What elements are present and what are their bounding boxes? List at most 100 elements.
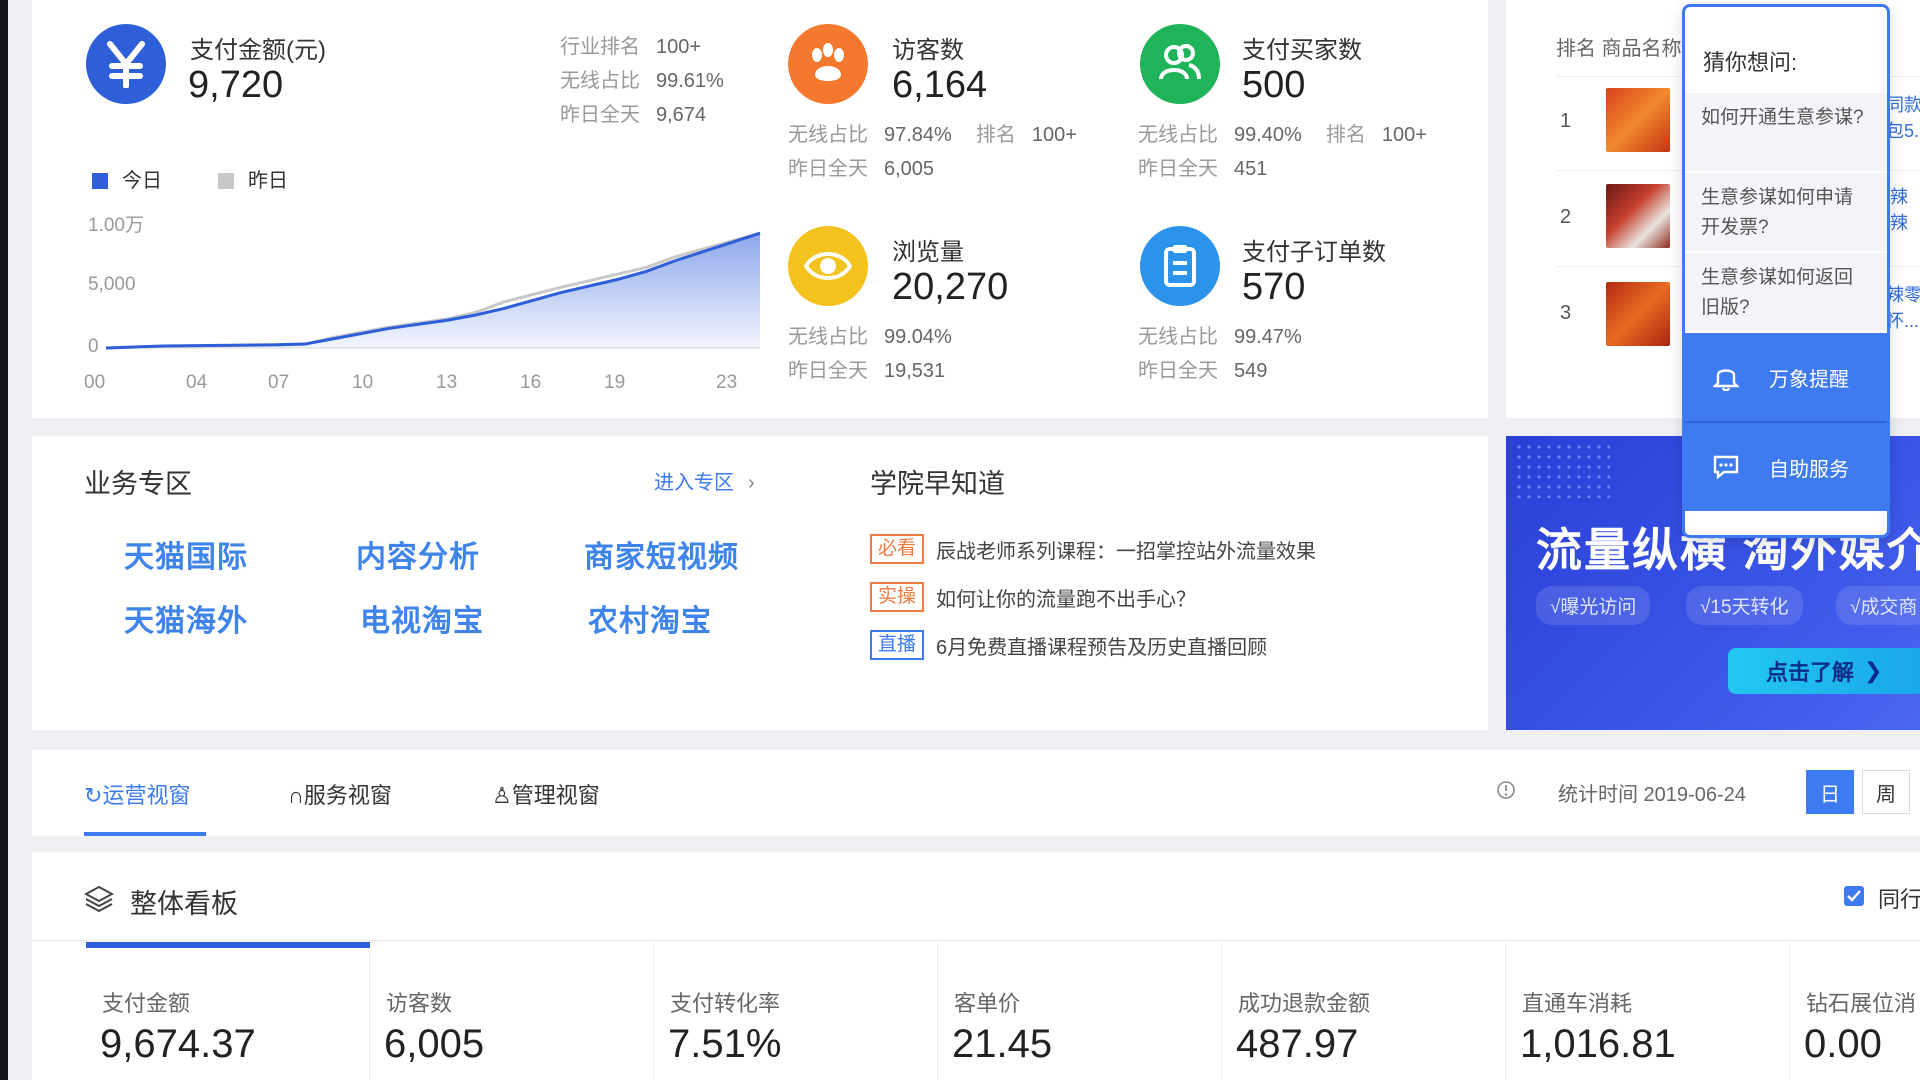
banner-pill: √成交商	[1836, 586, 1920, 625]
rank-header: 排名 商品名称	[1556, 38, 1682, 60]
info-icon[interactable]	[1496, 780, 1516, 805]
kpi-pay-amount[interactable]: 支付金额 9,674.37	[86, 942, 370, 1080]
biz-item-short-video[interactable]: 商家短视频	[584, 532, 739, 576]
biz-item-tmall-global[interactable]: 天猫国际	[124, 532, 248, 576]
visitors-yesterday-row: 昨日全天 6,005	[788, 158, 935, 180]
wireless-share-row: 无线占比 99.61%	[560, 70, 724, 92]
banner-pill: √曝光访问	[1536, 586, 1651, 625]
chevron-right-icon: ›	[748, 472, 755, 494]
pageviews-value: 20,270	[892, 266, 1009, 308]
news-item[interactable]: 实操 如何让你的流量跑不出手心？	[870, 582, 1196, 612]
help-question[interactable]: 生意参谋如何申请开发票?	[1685, 173, 1887, 253]
self-service-button[interactable]: 自助服务	[1685, 423, 1887, 511]
biz-item-tmall-overseas[interactable]: 天猫海外	[124, 596, 248, 640]
buyers-wireless-row: 无线占比 99.40% 排名 100+	[1138, 124, 1427, 146]
x-tick-label: 23	[716, 372, 738, 393]
week-button[interactable]: 周	[1862, 770, 1910, 814]
biz-item-content-analysis[interactable]: 内容分析	[356, 532, 480, 576]
users-icon	[1140, 24, 1220, 104]
biz-item-tv-taobao[interactable]: 电视淘宝	[360, 596, 484, 640]
active-kpi-indicator	[86, 942, 370, 948]
news-item[interactable]: 必看 辰战老师系列课程：一招掌控站外流量效果	[870, 534, 1316, 564]
x-tick-label: 13	[436, 372, 458, 393]
dot-pattern	[1514, 442, 1610, 498]
help-title: 猜你想问:	[1703, 50, 1798, 75]
industry-rank-row: 行业排名 100+	[560, 36, 702, 58]
headset-icon: ∩	[288, 783, 304, 808]
visitors-wireless-row: 无线占比 97.84% 排名 100+	[788, 124, 1077, 146]
enter-zone-link[interactable]: 进入专区 ›	[654, 466, 755, 495]
legend-today[interactable]: 今日	[92, 164, 162, 193]
kpi-visitors[interactable]: 访客数 6,005	[370, 942, 654, 1080]
chevron-right-icon: ❯	[1864, 658, 1883, 683]
product-thumbnail[interactable]	[1606, 282, 1670, 346]
biz-item-rural-taobao[interactable]: 农村淘宝	[588, 596, 712, 640]
yesterday-row: 昨日全天 9,674	[560, 104, 707, 126]
view-tabs-bar: ↻运营视窗 ∩服务视窗 ♙管理视窗 统计时间 2019-06-24 日 周	[32, 750, 1920, 836]
pageviews-title: 浏览量	[892, 239, 964, 266]
product-thumbnail[interactable]	[1606, 88, 1670, 152]
refresh-icon: ↻	[84, 783, 103, 808]
document-icon	[1140, 226, 1220, 306]
series-area-today	[106, 233, 760, 348]
chat-icon	[1709, 450, 1743, 484]
help-question[interactable]: 如何开通生意参谋?	[1685, 93, 1887, 173]
sub-orders-wireless-row: 无线占比 99.47%	[1138, 326, 1302, 348]
x-tick-label: 19	[604, 372, 626, 393]
product-link[interactable]: 辣零 怀...	[1886, 282, 1920, 334]
sub-orders-yesterday-row: 昨日全天 549	[1138, 360, 1268, 382]
realtime-overview-card: 支付金额(元) 9,720 行业排名 100+ 无线占比 99.61% 昨日全天 9,…	[32, 0, 1488, 418]
user-icon: ♙	[492, 783, 512, 808]
legend-yesterday[interactable]: 昨日	[218, 164, 288, 193]
kpi-conversion-rate[interactable]: 支付转化率 7.51%	[654, 942, 938, 1080]
help-question[interactable]: 生意参谋如何返回旧版?	[1685, 253, 1887, 333]
eye-icon	[788, 226, 868, 306]
layers-icon	[83, 884, 115, 917]
tab-management[interactable]: ♙管理视窗	[492, 778, 600, 810]
yen-icon	[86, 24, 166, 104]
left-edge-bar	[0, 0, 8, 1080]
banner-pill: √15天转化	[1686, 586, 1803, 625]
kpi-diamond-booth[interactable]: 钻石展位消 0.00	[1790, 942, 1920, 1080]
tab-operations[interactable]: ↻运营视窗	[84, 778, 190, 810]
product-thumbnail[interactable]	[1606, 184, 1670, 248]
visitors-title: 访客数	[892, 37, 964, 64]
buyers-title: 支付买家数	[1242, 37, 1362, 64]
academy-title: 学院早知道	[870, 469, 1005, 499]
overall-board-card: 整体看板 同行 支付金额 9,674.37 访客数 6,005 支付转化率 7.51%…	[32, 852, 1920, 1080]
rank-number: 1	[1560, 110, 1572, 132]
pay-trend-chart	[105, 231, 761, 350]
business-zone-card: 业务专区 进入专区 › 天猫国际 内容分析 商家短视频 天猫海外 电视淘宝 农村淘…	[32, 436, 1488, 730]
x-tick-label: 10	[352, 372, 374, 393]
x-tick-label: 07	[268, 372, 290, 393]
peer-checkbox-label: 同行	[1878, 887, 1920, 912]
divider	[32, 940, 1920, 941]
paw-icon	[788, 24, 868, 104]
peer-checkbox[interactable]	[1844, 886, 1864, 906]
kpi-ad-spend[interactable]: 直通车消耗 1,016.81	[1506, 942, 1790, 1080]
day-button[interactable]: 日	[1806, 770, 1854, 814]
alert-reminder-button[interactable]: 万象提醒	[1685, 333, 1887, 421]
visitors-value: 6,164	[892, 64, 988, 106]
sub-orders-value: 570	[1242, 266, 1306, 308]
news-item[interactable]: 直播 6月免费直播课程预告及历史直播回顾	[870, 630, 1267, 660]
x-tick-label: 04	[186, 372, 208, 393]
buyers-yesterday-row: 昨日全天 451	[1138, 158, 1268, 180]
kpi-refund-amount[interactable]: 成功退款金额 487.97	[1222, 942, 1506, 1080]
pay-amount-value: 9,720	[188, 64, 284, 106]
product-link[interactable]: 同款包5...	[1886, 92, 1920, 144]
pageviews-yesterday-row: 昨日全天 19,531	[788, 360, 946, 382]
learn-more-button[interactable]: 点击了解 ❯	[1728, 648, 1920, 694]
chart-legend: 今日 昨日	[92, 164, 288, 193]
bell-icon	[1709, 360, 1743, 394]
stat-time: 统计时间 2019-06-24	[1558, 784, 1746, 806]
tab-service[interactable]: ∩服务视窗	[288, 778, 392, 810]
business-zone-title: 业务专区	[84, 469, 192, 499]
x-tick-label: 00	[84, 372, 106, 393]
rank-number: 3	[1560, 302, 1572, 324]
pay-amount-title: 支付金额(元)	[190, 37, 326, 64]
kpi-avg-order-value[interactable]: 客单价 21.45	[938, 942, 1222, 1080]
overall-board-title: 整体看板	[130, 889, 238, 919]
pageviews-wireless-row: 无线占比 99.04%	[788, 326, 952, 348]
active-tab-indicator	[84, 832, 206, 836]
